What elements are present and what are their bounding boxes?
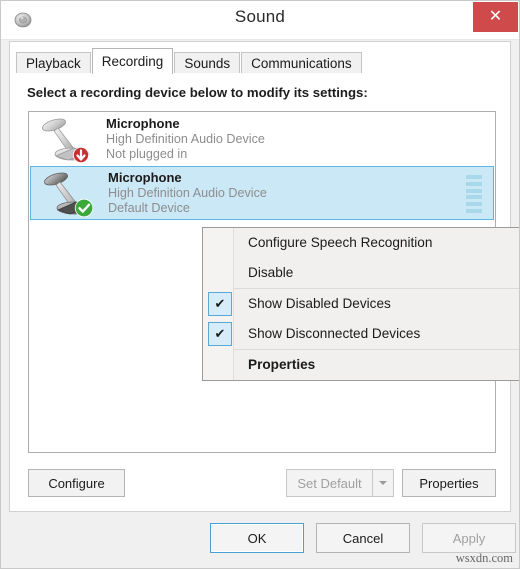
sound-dialog-window: Sound ✕ Playback Recording Sounds Commun… xyxy=(0,0,520,569)
watermark: wsxdn.com xyxy=(455,551,513,565)
device-action-buttons: Configure Set Default Properties xyxy=(28,469,496,497)
menu-item-disable[interactable]: Disable xyxy=(203,258,519,288)
tab-playback[interactable]: Playback xyxy=(16,52,91,73)
menu-item-properties[interactable]: Properties xyxy=(203,350,519,380)
page-instruction: Select a recording device below to modif… xyxy=(27,85,368,100)
checkmark-icon xyxy=(208,322,232,346)
tab-strip: Playback Recording Sounds Communications xyxy=(16,48,363,74)
close-icon[interactable]: ✕ xyxy=(473,2,518,32)
chevron-down-icon[interactable] xyxy=(372,469,394,497)
device-driver: High Definition Audio Device xyxy=(106,131,265,146)
window-title: Sound xyxy=(234,7,286,26)
device-context-menu[interactable]: Configure Speech Recognition Disable Sho… xyxy=(202,227,519,381)
menu-item-show-disabled-devices[interactable]: Show Disabled Devices xyxy=(203,289,519,319)
tab-recording[interactable]: Recording xyxy=(91,48,174,74)
checkmark-icon xyxy=(208,292,232,316)
tab-sounds[interactable]: Sounds xyxy=(174,52,241,73)
device-text: Microphone High Definition Audio Device … xyxy=(108,170,267,217)
properties-button[interactable]: Properties xyxy=(402,469,496,497)
menu-item-configure-speech-recognition[interactable]: Configure Speech Recognition xyxy=(203,228,519,258)
dialog-footer: OK Cancel Apply wsxdn.com xyxy=(1,512,519,568)
device-status: Not plugged in xyxy=(106,146,188,161)
tab-communications[interactable]: Communications xyxy=(241,52,362,73)
device-list-item-microphone-unplugged[interactable]: Microphone High Definition Audio Device … xyxy=(29,112,495,166)
set-default-split-button[interactable]: Set Default xyxy=(286,469,394,497)
device-driver: High Definition Audio Device xyxy=(108,185,267,200)
configure-button[interactable]: Configure xyxy=(28,469,125,497)
device-name: Microphone xyxy=(108,169,182,185)
microphone-icon xyxy=(34,114,100,164)
cancel-button[interactable]: Cancel xyxy=(316,523,410,553)
titlebar: Sound ✕ xyxy=(1,1,519,40)
ok-button[interactable]: OK xyxy=(210,523,304,553)
menu-item-label: Show Disabled Devices xyxy=(248,296,391,311)
device-list-item-microphone-default[interactable]: Microphone High Definition Audio Device … xyxy=(30,166,494,220)
menu-item-show-disconnected-devices[interactable]: Show Disconnected Devices xyxy=(203,319,519,349)
menu-item-label: Show Disconnected Devices xyxy=(248,326,421,341)
apply-button[interactable]: Apply xyxy=(422,523,516,553)
volume-level-meter xyxy=(466,175,482,213)
set-default-button[interactable]: Set Default xyxy=(286,469,372,497)
microphone-icon xyxy=(36,168,102,218)
device-name: Microphone xyxy=(106,115,180,131)
device-status: Default Device xyxy=(108,200,190,215)
device-text: Microphone High Definition Audio Device … xyxy=(106,116,265,163)
